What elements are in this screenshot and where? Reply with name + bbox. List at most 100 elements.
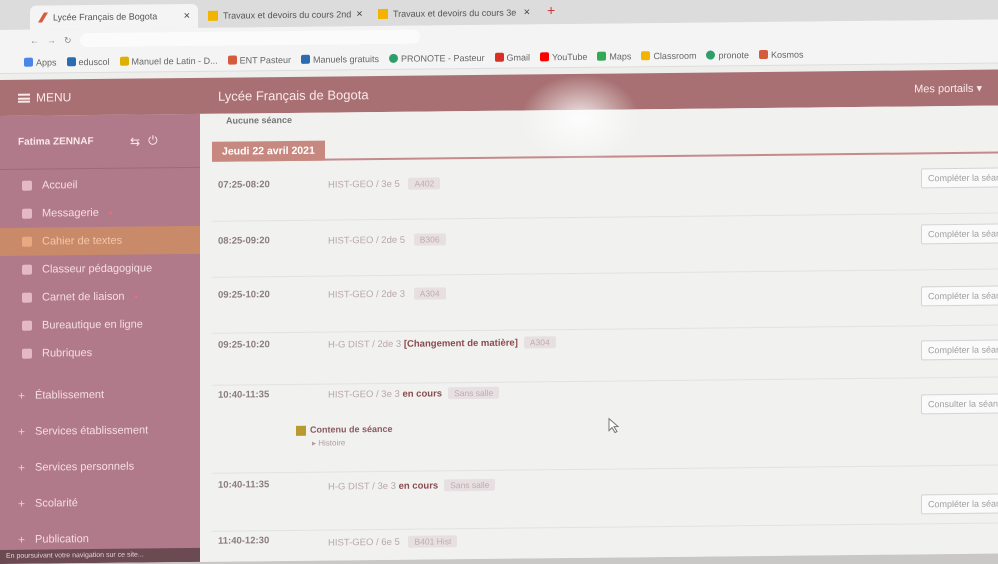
bookmark-eduscol[interactable]: eduscol — [66, 56, 110, 67]
tab-travaux-2nd[interactable]: Travaux et devoirs du cours 2nd × — [200, 2, 368, 28]
sidebar-item-rubriques[interactable]: Rubriques — [0, 338, 200, 368]
bookmark-manuels[interactable]: Manuels gratuits — [300, 54, 379, 65]
sidebar-item-bureautique[interactable]: Bureautique en ligne — [0, 310, 200, 340]
apps-grid-icon — [24, 57, 33, 67]
bookmark-pronote[interactable]: pronote — [706, 50, 749, 60]
kosmos-icon — [227, 55, 237, 65]
bookmark-maps[interactable]: Maps — [597, 51, 631, 61]
bookmark-ent[interactable]: ENT Pasteur — [227, 54, 291, 65]
content-icon — [296, 425, 306, 436]
session-row: 10:40-11:35 H-G DIST / 3e 3 en cours Sans… — [212, 465, 998, 532]
portals-dropdown[interactable]: Mes portails ▾ — [914, 81, 982, 95]
session-time: 10:40-11:35 — [218, 389, 270, 401]
youtube-icon — [540, 52, 550, 62]
plus-icon: + — [18, 532, 26, 547]
complete-session-button[interactable]: Compléter la séance — [921, 339, 998, 361]
tab-label: Travaux et devoirs du cours 3e — [393, 7, 517, 19]
bookmark-classroom[interactable]: Classroom — [641, 50, 696, 61]
tab-close-icon[interactable]: × — [356, 8, 362, 20]
tab-travaux-3e[interactable]: Travaux et devoirs du cours 3e × — [370, 0, 538, 26]
sidebar-section-services-etablissement[interactable]: + Services établissement — [0, 412, 200, 450]
latin-icon — [119, 56, 129, 66]
switch-profile-icon[interactable]: ⇆ — [130, 134, 140, 148]
room-badge: Sans salle — [448, 386, 500, 400]
session-row: 08:25-09:20 HIST-GEO / 2de 5 B306 Complé… — [212, 213, 998, 278]
sidebar-item-classeur[interactable]: Classeur pédagogique — [0, 254, 200, 284]
view-session-button[interactable]: Consulter la séance — [921, 393, 998, 415]
new-tab-button[interactable]: + — [547, 2, 555, 18]
classroom-icon — [208, 10, 218, 21]
tab-close-icon[interactable]: × — [184, 10, 190, 22]
sidebar-item-messagerie[interactable]: Messagerie • — [0, 198, 200, 228]
content-item[interactable]: ▸ Histoire — [312, 438, 393, 447]
maps-icon — [597, 51, 607, 61]
session-time: 07:25-08:20 — [218, 179, 270, 191]
session-content[interactable]: Contenu de séance ▸ Histoire — [296, 424, 393, 448]
complete-session-button[interactable]: Compléter la séance — [921, 493, 998, 515]
session-course[interactable]: HIST-GEO / 2de 3 A304 — [328, 287, 446, 301]
bookmark-youtube[interactable]: YouTube — [540, 51, 587, 62]
sidebar-section-etablissement[interactable]: + Établissement — [0, 376, 200, 414]
forward-icon[interactable]: → — [47, 35, 56, 45]
room-badge: A304 — [523, 336, 556, 349]
room-badge: B306 — [413, 233, 446, 246]
no-session-text: Aucune séance — [226, 114, 293, 126]
session-row: 09:25-10:20 H-G DIST / 2de 3 [Changement… — [212, 325, 998, 386]
notification-dot: • — [108, 207, 113, 218]
complete-session-button[interactable]: Compléter la séance — [921, 167, 998, 189]
cookie-banner: En poursuivant votre navigation sur ce s… — [0, 547, 200, 564]
notebook-icon — [22, 236, 32, 247]
sidebar-section-services-personnels[interactable]: + Services personnels — [0, 448, 200, 486]
user-name: Fatima ZENNAF — [18, 136, 94, 148]
sidebar: Fatima ZENNAF ⇆ ⏻ Accueil Messagerie • Ca… — [0, 113, 200, 564]
menu-button[interactable]: MENU — [0, 89, 200, 105]
bookmark-latin[interactable]: Manuel de Latin - D... — [119, 55, 218, 66]
session-time: 10:40-11:35 — [218, 479, 270, 491]
room-badge: B401 Hist — [408, 535, 458, 548]
pronote-icon — [389, 53, 398, 63]
hamburger-icon — [18, 93, 30, 103]
day-label: Jeudi 22 avril 2021 — [212, 140, 325, 162]
complete-session-button[interactable]: Compléter la séance — [921, 285, 998, 307]
kosmos-icon — [758, 49, 768, 60]
session-course[interactable]: H-G DIST / 2de 3 [Changement de matière]… — [328, 336, 556, 351]
liaison-icon — [22, 292, 32, 303]
session-course[interactable]: HIST-GEO / 3e 3 en cours Sans salle — [328, 386, 500, 401]
session-course[interactable]: H-G DIST / 3e 3 en cours Sans salle — [328, 478, 496, 493]
plus-icon: + — [18, 388, 26, 403]
plus-icon: + — [18, 424, 26, 439]
school-title[interactable]: Lycée Français de Bogota — [200, 87, 369, 104]
classroom-icon — [378, 8, 388, 20]
mouse-cursor-icon — [608, 417, 620, 434]
eduscol-icon — [66, 57, 76, 67]
tab-label: Travaux et devoirs du cours 2nd — [223, 9, 352, 21]
bookmark-kosmos[interactable]: Kosmos — [758, 49, 804, 60]
url-input[interactable] — [79, 29, 420, 48]
session-time: 09:25-10:20 — [218, 339, 270, 351]
sidebar-item-carnet[interactable]: Carnet de liaison • — [0, 282, 200, 312]
back-icon[interactable]: ← — [30, 36, 39, 46]
session-time: 09:25-10:20 — [218, 289, 270, 301]
day-header: Jeudi 22 avril 2021 — [212, 133, 998, 162]
session-course[interactable]: HIST-GEO / 3e 5 A402 — [328, 177, 441, 191]
sidebar-item-cahier-de-textes[interactable]: Cahier de textes — [0, 225, 200, 256]
main-content: Aucune séance Jeudi 22 avril 2021 07:25-… — [200, 105, 998, 562]
reload-icon[interactable]: ↻ — [64, 35, 72, 46]
power-icon[interactable]: ⏻ — [148, 133, 158, 148]
room-badge: A402 — [408, 177, 441, 190]
tab-lycee[interactable]: Lycée Français de Bogota × — [30, 3, 198, 30]
session-time: 08:25-09:20 — [218, 235, 270, 247]
bookmark-pronote-pasteur[interactable]: PRONOTE - Pasteur — [389, 52, 485, 63]
session-course[interactable]: HIST-GEO / 2de 5 B306 — [328, 233, 446, 247]
bookmark-apps[interactable]: Apps — [24, 57, 57, 67]
bookmark-gmail[interactable]: Gmail — [494, 52, 530, 62]
tab-label: Lycée Français de Bogota — [53, 11, 158, 23]
sidebar-item-accueil[interactable]: Accueil — [0, 170, 200, 200]
browser-window: Lycée Français de Bogota × Travaux et de… — [0, 0, 998, 564]
pronote-icon — [706, 50, 716, 60]
sidebar-section-scolarite[interactable]: + Scolarité — [0, 484, 200, 522]
classroom-icon — [641, 51, 651, 61]
tab-close-icon[interactable]: × — [524, 6, 530, 18]
complete-session-button[interactable]: Compléter la séance — [921, 223, 998, 245]
session-course[interactable]: HIST-GEO / 6e 5 B401 Hist — [328, 535, 458, 549]
